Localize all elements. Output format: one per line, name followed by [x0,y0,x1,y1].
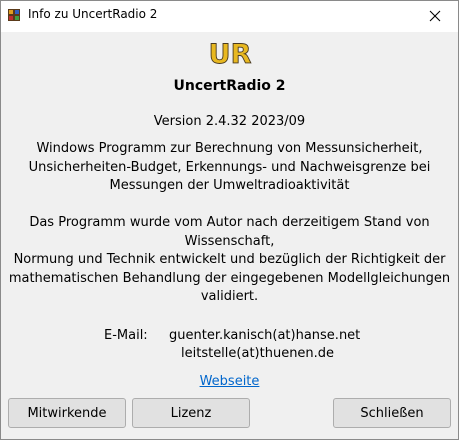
app-icon [8,9,20,21]
description-line: Windows Programm zur Berechnung von Mess… [36,141,423,156]
email-label: E-Mail: [104,328,148,343]
title-bar: Info zu UncertRadio 2 [1,1,458,32]
close-window-button[interactable] [412,1,458,31]
app-logo: UR [208,39,252,68]
disclaimer-line: mathematischen Behandlung der eingegeben… [8,270,451,286]
disclaimer: Das Programm wurde vom Autor nach derzei… [1,214,458,307]
logo-text: UR [209,39,252,68]
website-link[interactable]: Webseite [200,374,260,389]
disclaimer-line: Das Programm wurde vom Autor nach derzei… [29,215,430,230]
version-text: Version 2.4.32 2023/09 [153,114,306,129]
description-line: Unsicherheiten-Budget, Erkennungs- und N… [28,159,431,175]
description-line: Messungen der Umweltradioaktivität [109,178,350,193]
disclaimer-line: Wissenschaft, [184,233,275,249]
app-name: UncertRadio 2 [173,78,286,94]
disclaimer-line: validiert. [200,289,259,304]
email-address-secondary: leitstelle(at)thuenen.de [181,346,335,361]
about-dialog: Info zu UncertRadio 2 UR UncertRadio 2 V… [0,0,459,440]
website-link-row: Webseite [1,374,458,389]
contributors-button[interactable]: Mitwirkende [8,398,126,428]
license-button[interactable]: Lizenz [132,398,250,428]
email-address-primary: guenter.kanisch(at)hanse.net [169,328,361,343]
window-title: Info zu UncertRadio 2 [28,7,158,21]
description: Windows Programm zur Berechnung von Mess… [1,140,458,196]
close-button[interactable]: Schließen [333,398,451,428]
disclaimer-line: Normung und Technik entwickelt und bezüg… [13,252,446,267]
close-icon [429,10,441,22]
